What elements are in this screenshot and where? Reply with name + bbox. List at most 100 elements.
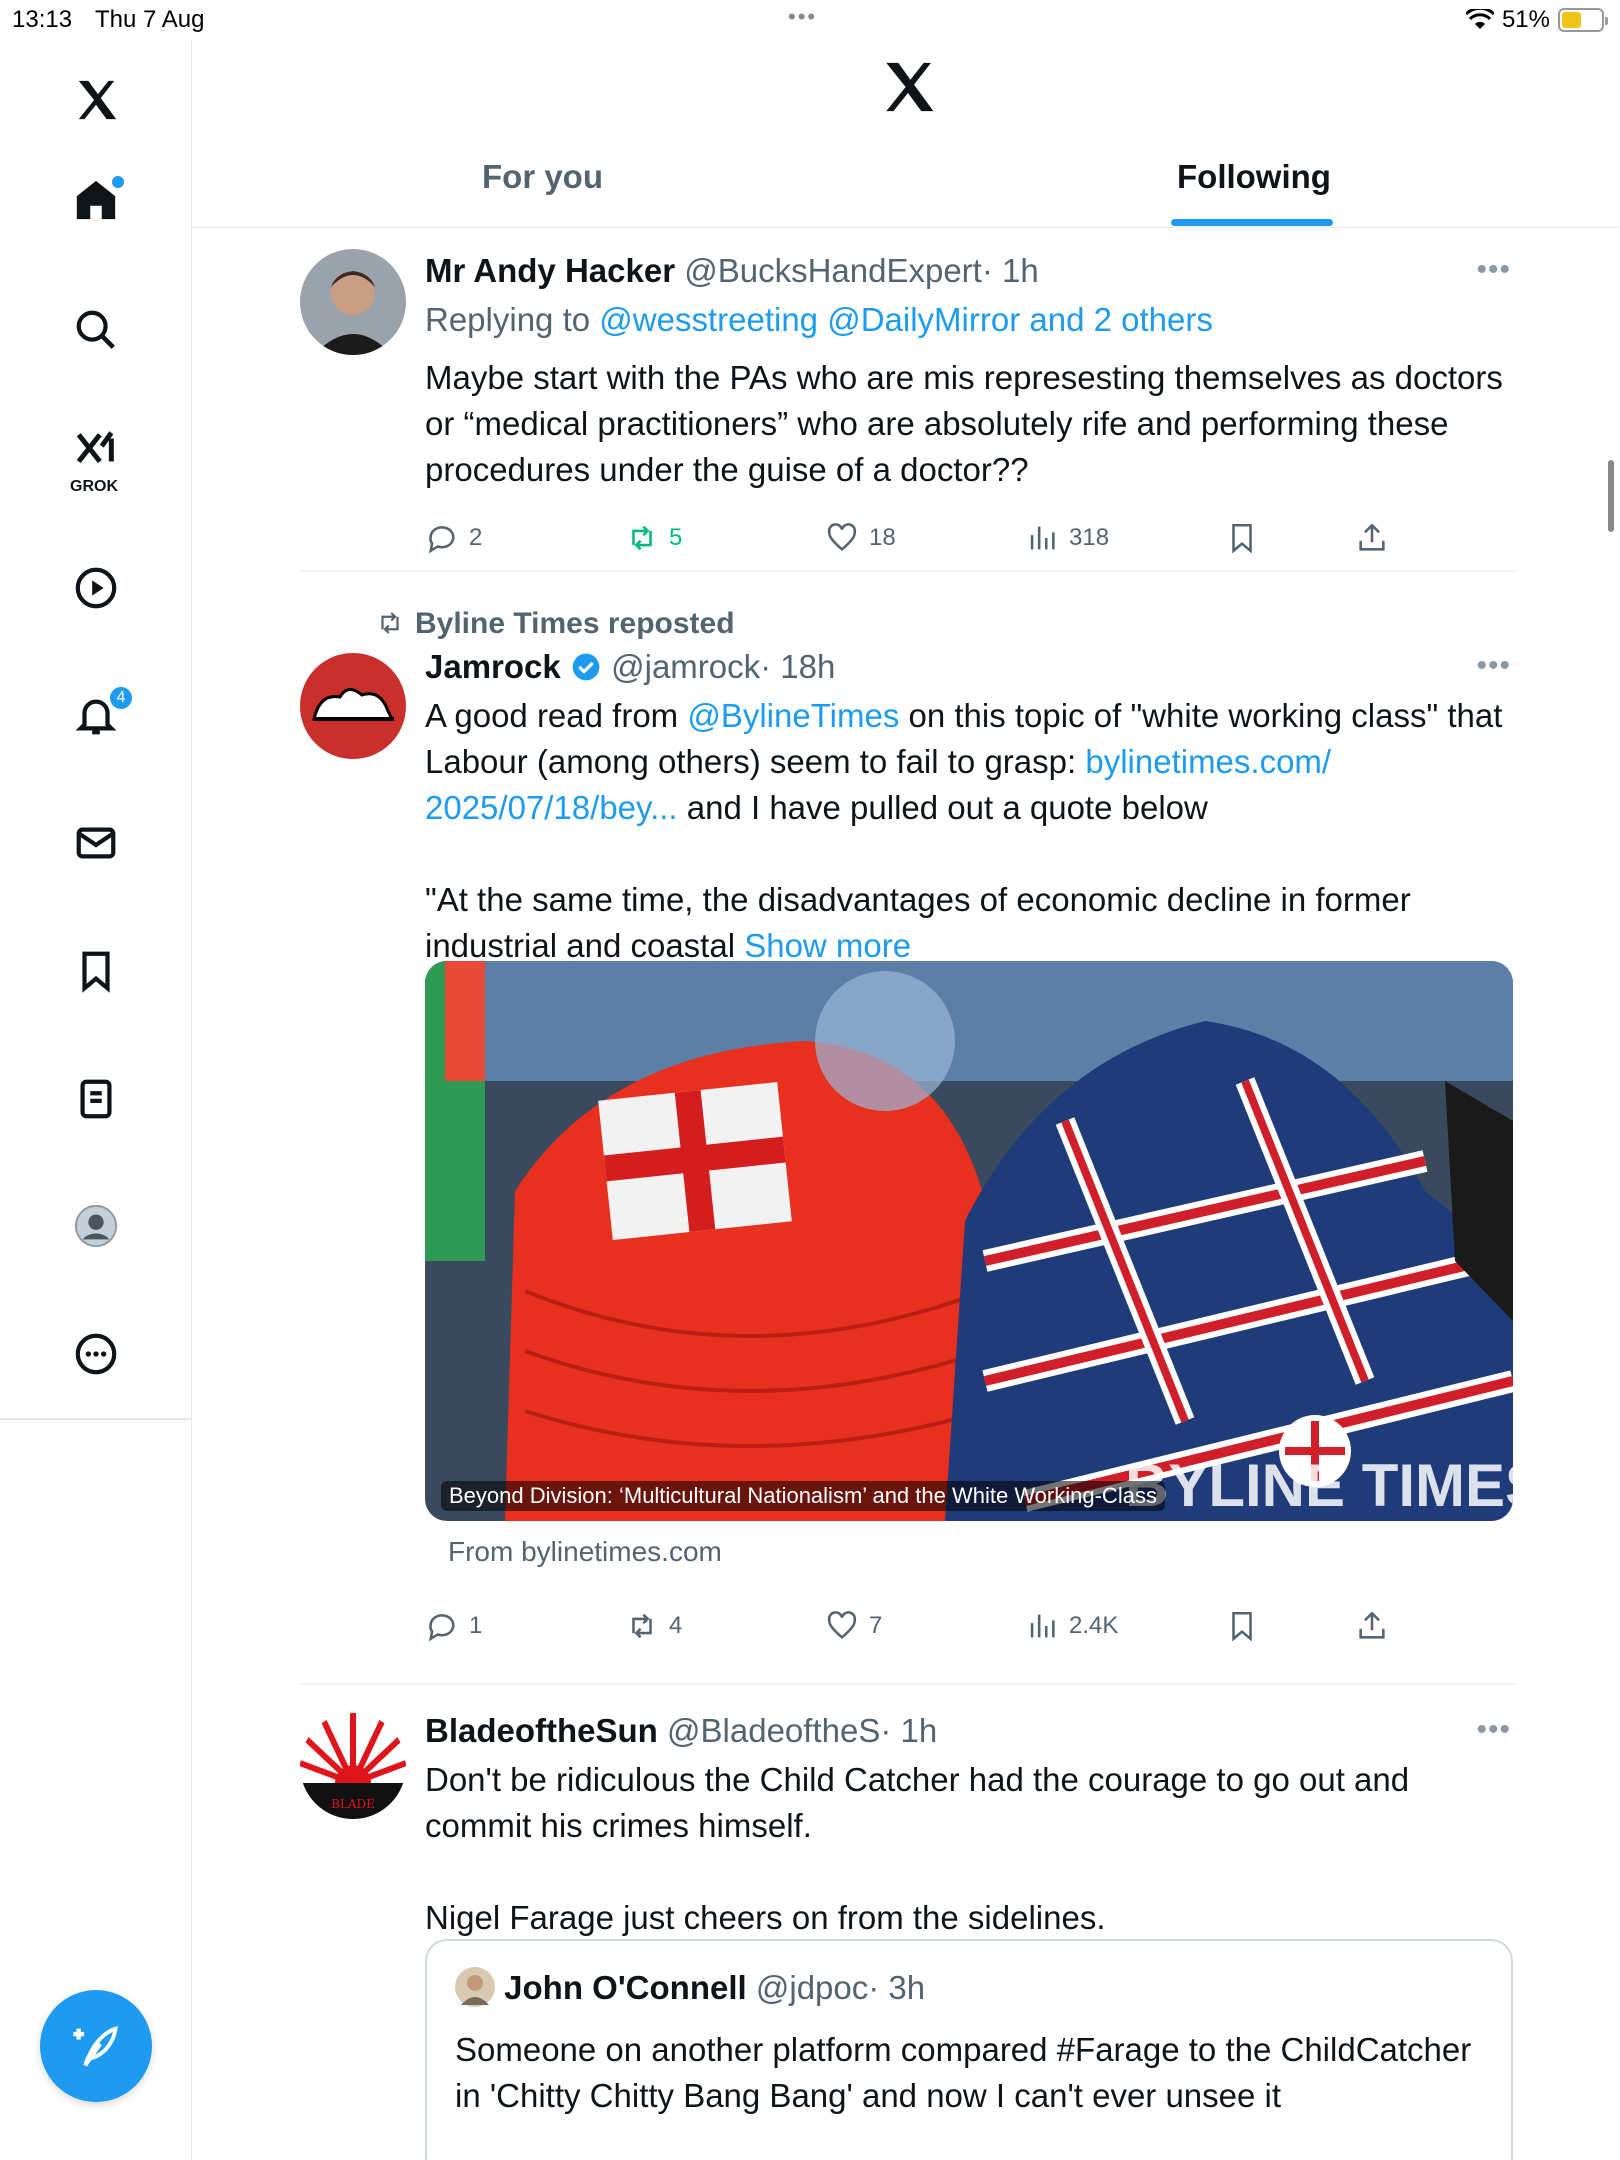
views-chart-icon: [1030, 526, 1055, 550]
post-time: · 1h: [880, 1712, 938, 1749]
post-text-part: A good read from: [425, 697, 688, 734]
author-handle[interactable]: @BladeoftheS: [667, 1712, 880, 1749]
heart-icon: [827, 1611, 857, 1640]
like-button[interactable]: 18: [825, 521, 896, 555]
link-card-source[interactable]: From bylinetimes.com: [448, 1536, 722, 1568]
reply-button[interactable]: 1: [425, 1609, 482, 1643]
post-more-icon[interactable]: •••: [1476, 253, 1511, 287]
quoted-post-time: · 3h: [868, 1969, 926, 2006]
home-icon[interactable]: [66, 170, 126, 230]
repost-icon: [632, 525, 652, 551]
video-play-icon[interactable]: [66, 558, 126, 618]
share-icon: [1359, 1611, 1385, 1639]
like-button[interactable]: 7: [825, 1609, 882, 1643]
reposted-by-label[interactable]: Byline Times reposted: [415, 607, 735, 640]
grok-label: GROK: [70, 478, 118, 495]
repost-button[interactable]: 5: [625, 521, 682, 555]
status-bar: 13:13 Thu 7 Aug ••• 51%: [0, 0, 1620, 40]
quoted-author-handle[interactable]: @jdpoc: [756, 1969, 868, 2006]
tab-following[interactable]: Following: [1177, 158, 1331, 196]
tweet-andy-hacker[interactable]: Mr Andy Hacker @BucksHandExpert· 1h ••• …: [300, 249, 1515, 594]
x-logo-icon[interactable]: [66, 70, 126, 130]
grok-icon[interactable]: [66, 420, 126, 480]
verified-badge-icon: [572, 653, 600, 681]
author-handle[interactable]: @BucksHandExpert: [684, 252, 982, 289]
search-icon[interactable]: [66, 300, 126, 360]
timeline-header: For you Following: [193, 40, 1620, 228]
post-text-2: Nigel Farage just cheers on from the sid…: [425, 1899, 1106, 1936]
tweet-jamrock[interactable]: Byline Times reposted Jamrock @jamrock· …: [300, 599, 1515, 1889]
status-date: Thu 7 Aug: [95, 6, 205, 33]
share-button[interactable]: [1355, 1609, 1389, 1643]
notifications-count-badge: 4: [108, 685, 134, 711]
quoted-tweet[interactable]: John O'Connell @jdpoc· 3h Someone on ano…: [425, 1939, 1513, 2160]
views-chart-icon: [1030, 1614, 1055, 1638]
repost-button[interactable]: 4: [625, 1609, 682, 1643]
more-options-icon[interactable]: [66, 1324, 126, 1384]
profile-avatar-icon[interactable]: [66, 1196, 126, 1256]
quoted-author-avatar[interactable]: [455, 1967, 495, 2007]
post-actions: 1 4 7 2.4K: [425, 1609, 1513, 1649]
post-time: · 1h: [981, 252, 1039, 289]
share-icon: [1359, 523, 1385, 551]
active-tab-indicator: [1171, 219, 1333, 226]
post-text: Maybe start with the PAs who are mis rep…: [425, 359, 1503, 488]
avatar[interactable]: BLADE: [300, 1713, 406, 1819]
messages-mail-icon[interactable]: [66, 813, 126, 873]
show-more-link[interactable]: Show more: [744, 927, 911, 964]
bookmark-button[interactable]: [1225, 1609, 1259, 1643]
heart-icon: [827, 523, 857, 552]
mention-link[interactable]: @BylineTimes: [687, 697, 899, 734]
share-button[interactable]: [1355, 521, 1389, 555]
link-card-title: Beyond Division: ‘Multicultural National…: [441, 1481, 1165, 1511]
x-logo-icon[interactable]: [879, 58, 937, 116]
avatar[interactable]: [300, 653, 406, 759]
replying-prefix: Replying to: [425, 301, 591, 338]
like-count: 7: [869, 1612, 883, 1639]
repost-context: Byline Times reposted: [375, 607, 735, 641]
lists-icon[interactable]: [66, 1069, 126, 1129]
repost-count: 5: [669, 524, 683, 551]
multitasking-dots-icon[interactable]: •••: [788, 4, 817, 30]
post-text: Don't be ridiculous the Child Catcher ha…: [425, 1761, 1410, 1844]
reply-button[interactable]: 2: [425, 521, 482, 555]
wifi-icon: [1465, 9, 1494, 29]
author-name[interactable]: Jamrock: [425, 648, 561, 685]
author-name[interactable]: BladeoftheSun: [425, 1712, 658, 1749]
views-count: 318: [1069, 524, 1110, 551]
reply-count: 2: [469, 524, 483, 551]
views-button[interactable]: 318: [1025, 521, 1109, 555]
author-handle[interactable]: @jamrock: [611, 648, 760, 685]
post-text-quote: "At the same time, the disadvantages of …: [425, 881, 1411, 964]
like-count: 18: [869, 524, 896, 551]
link-card-image[interactable]: BYLINE TIMES Beyond Division: ‘Multicult…: [425, 961, 1513, 1521]
reply-icon: [428, 526, 455, 554]
views-button[interactable]: 2.4K: [1025, 1609, 1118, 1643]
post-more-icon[interactable]: •••: [1476, 649, 1511, 683]
battery-percent: 51%: [1501, 6, 1550, 33]
sidebar-nav: GROK 4: [0, 40, 192, 2160]
post-time: · 18h: [760, 648, 836, 685]
bookmarks-icon[interactable]: [66, 941, 126, 1001]
quoted-post-text: Someone on another platform compared #Fa…: [455, 2031, 1472, 2114]
avatar[interactable]: [300, 249, 406, 355]
battery-icon: [1558, 8, 1608, 32]
compose-post-button[interactable]: [40, 1990, 152, 2102]
views-count: 2.4K: [1069, 1612, 1119, 1639]
tab-for-you[interactable]: For you: [482, 158, 603, 196]
notifications-bell-icon[interactable]: 4: [66, 685, 134, 745]
home-unread-dot: [112, 176, 124, 188]
reply-count: 1: [469, 1612, 483, 1639]
quoted-author-name[interactable]: John O'Connell: [504, 1969, 747, 2006]
post-text: A good read from @BylineTimes on this to…: [425, 693, 1513, 831]
bookmark-button[interactable]: [1225, 521, 1259, 555]
post-actions: 2 5 18 318: [425, 521, 1513, 561]
author-name[interactable]: Mr Andy Hacker: [425, 252, 675, 289]
sidebar-divider: [0, 1418, 192, 1420]
repost-icon: [381, 612, 399, 634]
tweet-bladeofthesun[interactable]: BLADE BladeoftheSun @BladeoftheS· 1h •••…: [300, 1709, 1515, 2160]
svg-text:BYLINE TIMES: BYLINE TIMES: [1125, 1452, 1513, 1519]
post-more-icon[interactable]: •••: [1476, 1713, 1511, 1747]
status-time: 13:13: [12, 6, 73, 33]
replying-to-links[interactable]: @wesstreeting @DailyMirror and 2 others: [599, 301, 1213, 338]
